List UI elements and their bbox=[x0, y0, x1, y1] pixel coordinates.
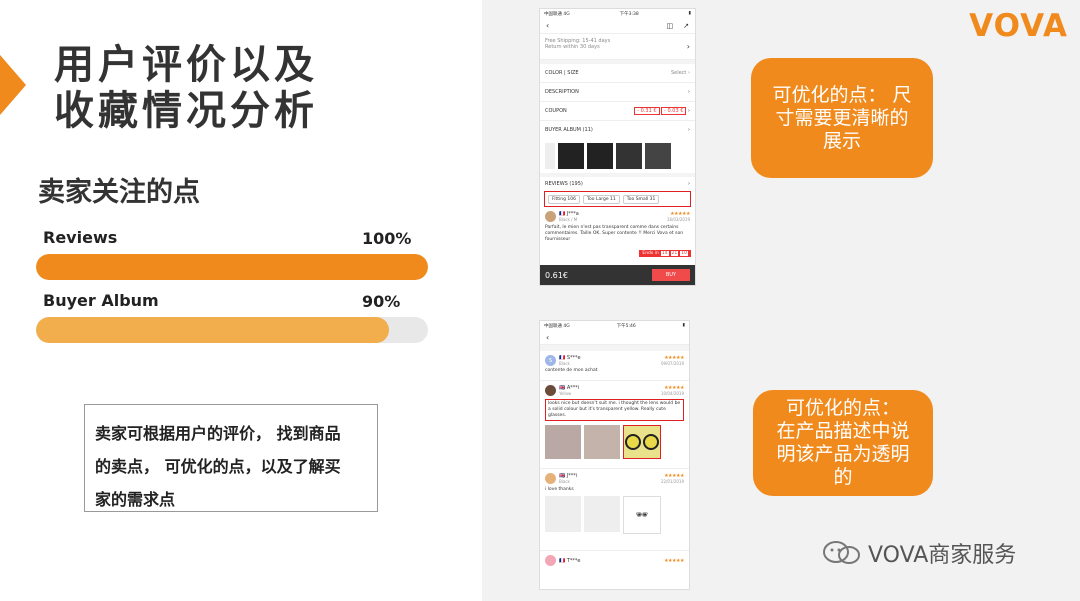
status-bar: 中国联通 4G 下午5:46 ▮ bbox=[544, 323, 685, 329]
review-text-highlight: looks nice but doesn't suit me. i though… bbox=[545, 399, 684, 421]
back-icon[interactable]: ‹ bbox=[540, 330, 689, 345]
description-row[interactable]: DESCRIPTION › bbox=[540, 83, 695, 102]
fit-tag[interactable]: Fitting 106 bbox=[548, 194, 581, 204]
review-item: 🇫🇷 T***e ★★★★★ bbox=[540, 551, 689, 570]
review-photos bbox=[545, 425, 684, 459]
phone-screenshot-product: 中国联通 4G 下午3:38 ▮ ‹ ◫ ↗ Free Shipping: 15-41… bbox=[539, 8, 696, 286]
status-bar: 中国联通 4G 下午3:38 ▮ bbox=[544, 11, 691, 17]
back-icon[interactable]: ‹ bbox=[546, 21, 549, 30]
review-item: 🇬🇧 J***i Black ★★★★★ 22/01/2019 i love tha… bbox=[540, 469, 689, 551]
color-size-row[interactable]: COLOR | SIZE Select › bbox=[540, 64, 695, 83]
cart-icon[interactable]: ◫ bbox=[667, 22, 674, 30]
metric-value-reviews: 100% bbox=[362, 229, 412, 248]
album-thumbnails bbox=[540, 139, 695, 173]
review-item: 🇬🇧 A***i Yellow ★★★★★ 10/04/2019 looks nic… bbox=[540, 381, 689, 469]
progress-bar-buyer-album bbox=[36, 317, 428, 343]
phone-screenshot-reviews: 中国联通 4G 下午5:46 ▮ ‹ S 🇫🇷 S***e Black ★★★★★ 09… bbox=[539, 320, 690, 590]
price: 0.61€ bbox=[545, 270, 568, 280]
avatar: S bbox=[545, 355, 556, 366]
fit-tags-highlight: Fitting 106 Too Large 11 Too Small 31 bbox=[544, 191, 691, 207]
avatar bbox=[545, 385, 556, 396]
fit-tag[interactable]: Too Small 31 bbox=[622, 194, 660, 204]
coupon-row[interactable]: COUPON - 0.31 € - 0.03 € › bbox=[540, 102, 695, 121]
rating-stars: ★★★★★ bbox=[664, 557, 684, 564]
shipping-info[interactable]: Free Shipping: 15-41 days Return within … bbox=[540, 34, 695, 60]
metric-value-buyer-album: 90% bbox=[362, 292, 401, 311]
fit-tag[interactable]: Too Large 11 bbox=[583, 194, 620, 204]
reviews-row[interactable]: REVIEWS (195) › bbox=[540, 177, 695, 191]
avatar bbox=[545, 555, 556, 566]
vova-logo: VOVA bbox=[969, 8, 1068, 44]
buy-button[interactable]: BUY bbox=[651, 269, 690, 281]
progress-bar-reviews bbox=[36, 254, 428, 280]
note-box: 卖家可根据用户的评价， 找到商品 的卖点， 可优化的点，以及了解买 家的需求点 bbox=[84, 404, 378, 512]
phone-nav-bar: ‹ ◫ ↗ bbox=[540, 18, 695, 34]
buyer-album-row[interactable]: BUYER ALBUM (11) › bbox=[540, 121, 695, 139]
progress-fill-buyer-album bbox=[36, 317, 389, 343]
chevron-right-icon: › bbox=[686, 42, 690, 51]
avatar bbox=[545, 211, 556, 222]
metric-label-buyer-album: Buyer Album bbox=[43, 291, 159, 310]
callout-size-display: 可优化的点： 尺 寸需要更清晰的 展示 bbox=[751, 58, 933, 178]
share-icon[interactable]: ↗ bbox=[683, 22, 689, 30]
countdown-timer: Ends in 14 21 10 bbox=[639, 250, 691, 257]
wechat-icon bbox=[823, 541, 860, 564]
callout-transparent-note: 可优化的点： 在产品描述中说 明该产品为透明 的 bbox=[753, 390, 933, 496]
progress-fill-reviews bbox=[36, 254, 428, 280]
review-item: S 🇫🇷 S***e Black ★★★★★ 09/07/2019 contente… bbox=[540, 351, 689, 381]
metric-label-reviews: Reviews bbox=[43, 228, 118, 247]
bottom-buy-bar: 0.61€ BUY bbox=[540, 265, 695, 285]
wechat-watermark: VOVA商家服务 bbox=[822, 537, 1016, 569]
page-title: 用户评价以及 收藏情况分析 bbox=[54, 42, 318, 134]
avatar bbox=[545, 473, 556, 484]
section-subtitle: 卖家关注的点 bbox=[38, 177, 200, 208]
decorative-arrow bbox=[0, 55, 26, 115]
sunglasses-photo: 🕶 bbox=[623, 496, 661, 534]
glasses-photo bbox=[623, 425, 661, 459]
review-photos: 🕶 bbox=[545, 496, 684, 534]
